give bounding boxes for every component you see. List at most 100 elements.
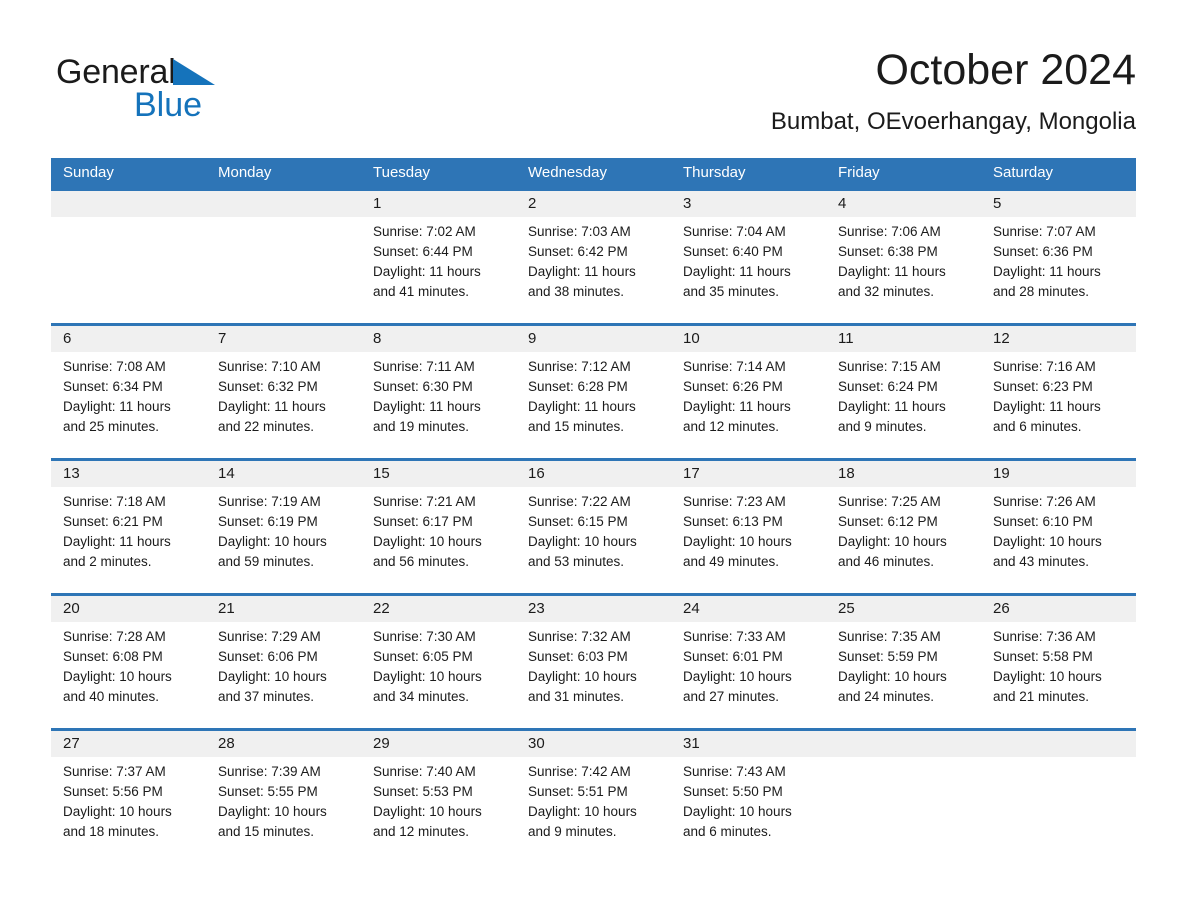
- daylight-text-line2: and 18 minutes.: [63, 824, 160, 839]
- daylight-text-line2: and 40 minutes.: [63, 689, 160, 704]
- sunrise-text: Sunrise: 7:36 AM: [993, 629, 1096, 644]
- dow-sunday: Sunday: [63, 164, 114, 181]
- day-number[interactable]: 22: [361, 596, 516, 622]
- day-cell[interactable]: Sunrise: 7:23 AM Sunset: 6:13 PM Dayligh…: [671, 487, 826, 593]
- day-cell[interactable]: [51, 217, 206, 323]
- day-cell[interactable]: Sunrise: 7:32 AM Sunset: 6:03 PM Dayligh…: [516, 622, 671, 728]
- day-number[interactable]: 13: [51, 461, 206, 487]
- daylight-text-line1: Daylight: 10 hours: [218, 534, 327, 549]
- day-cell[interactable]: Sunrise: 7:39 AM Sunset: 5:55 PM Dayligh…: [206, 757, 361, 863]
- day-cell[interactable]: Sunrise: 7:10 AM Sunset: 6:32 PM Dayligh…: [206, 352, 361, 458]
- sunset-text: Sunset: 6:44 PM: [373, 244, 473, 259]
- day-cell[interactable]: Sunrise: 7:28 AM Sunset: 6:08 PM Dayligh…: [51, 622, 206, 728]
- day-cell[interactable]: Sunrise: 7:02 AM Sunset: 6:44 PM Dayligh…: [361, 217, 516, 323]
- day-number[interactable]: [51, 191, 206, 217]
- day-cell[interactable]: [826, 757, 981, 863]
- sunrise-text: Sunrise: 7:07 AM: [993, 224, 1096, 239]
- day-number[interactable]: 25: [826, 596, 981, 622]
- day-number[interactable]: [981, 731, 1136, 757]
- day-number[interactable]: 30: [516, 731, 671, 757]
- daylight-text-line2: and 12 minutes.: [373, 824, 470, 839]
- day-cell[interactable]: Sunrise: 7:30 AM Sunset: 6:05 PM Dayligh…: [361, 622, 516, 728]
- dow-thursday: Thursday: [683, 164, 746, 181]
- day-number[interactable]: [206, 191, 361, 217]
- day-number[interactable]: 10: [671, 326, 826, 352]
- day-number[interactable]: 23: [516, 596, 671, 622]
- sunset-text: Sunset: 6:30 PM: [373, 379, 473, 394]
- week-row: 6 7 8 9 10 11 12 Sunrise: 7:08 AM Sunset…: [51, 323, 1136, 458]
- day-number[interactable]: 19: [981, 461, 1136, 487]
- day-cell[interactable]: Sunrise: 7:04 AM Sunset: 6:40 PM Dayligh…: [671, 217, 826, 323]
- day-cell[interactable]: Sunrise: 7:22 AM Sunset: 6:15 PM Dayligh…: [516, 487, 671, 593]
- general-blue-logo[interactable]: General Blue: [56, 52, 316, 128]
- day-number[interactable]: 14: [206, 461, 361, 487]
- day-number[interactable]: 3: [671, 191, 826, 217]
- daylight-text-line1: Daylight: 10 hours: [993, 534, 1102, 549]
- week-day-numbers: 1 2 3 4 5: [51, 191, 1136, 217]
- sunrise-text: Sunrise: 7:15 AM: [838, 359, 941, 374]
- day-number[interactable]: 21: [206, 596, 361, 622]
- day-number[interactable]: 8: [361, 326, 516, 352]
- day-cell[interactable]: Sunrise: 7:40 AM Sunset: 5:53 PM Dayligh…: [361, 757, 516, 863]
- day-cell[interactable]: Sunrise: 7:29 AM Sunset: 6:06 PM Dayligh…: [206, 622, 361, 728]
- day-number[interactable]: 17: [671, 461, 826, 487]
- day-cell[interactable]: Sunrise: 7:42 AM Sunset: 5:51 PM Dayligh…: [516, 757, 671, 863]
- day-cell[interactable]: Sunrise: 7:18 AM Sunset: 6:21 PM Dayligh…: [51, 487, 206, 593]
- day-number[interactable]: 27: [51, 731, 206, 757]
- day-cell[interactable]: Sunrise: 7:26 AM Sunset: 6:10 PM Dayligh…: [981, 487, 1136, 593]
- sunset-text: Sunset: 5:53 PM: [373, 784, 473, 799]
- day-number[interactable]: 16: [516, 461, 671, 487]
- day-cell[interactable]: Sunrise: 7:36 AM Sunset: 5:58 PM Dayligh…: [981, 622, 1136, 728]
- day-number[interactable]: 12: [981, 326, 1136, 352]
- day-number[interactable]: 29: [361, 731, 516, 757]
- day-cell[interactable]: Sunrise: 7:16 AM Sunset: 6:23 PM Dayligh…: [981, 352, 1136, 458]
- day-cell[interactable]: Sunrise: 7:19 AM Sunset: 6:19 PM Dayligh…: [206, 487, 361, 593]
- day-number[interactable]: 18: [826, 461, 981, 487]
- day-cell[interactable]: [206, 217, 361, 323]
- sunrise-text: Sunrise: 7:39 AM: [218, 764, 321, 779]
- daylight-text-line1: Daylight: 10 hours: [683, 804, 792, 819]
- title-block: October 2024 Bumbat, OEvoerhangay, Mongo…: [436, 44, 1136, 136]
- day-cell[interactable]: Sunrise: 7:43 AM Sunset: 5:50 PM Dayligh…: [671, 757, 826, 863]
- day-cell[interactable]: Sunrise: 7:21 AM Sunset: 6:17 PM Dayligh…: [361, 487, 516, 593]
- day-number[interactable]: 5: [981, 191, 1136, 217]
- day-cell[interactable]: [981, 757, 1136, 863]
- week-row: 1 2 3 4 5 Sunrise: 7:02 AM Sunset: 6:44 …: [51, 188, 1136, 323]
- day-cell[interactable]: Sunrise: 7:14 AM Sunset: 6:26 PM Dayligh…: [671, 352, 826, 458]
- day-cell[interactable]: Sunrise: 7:03 AM Sunset: 6:42 PM Dayligh…: [516, 217, 671, 323]
- day-number[interactable]: [826, 731, 981, 757]
- daylight-text-line2: and 21 minutes.: [993, 689, 1090, 704]
- day-cell[interactable]: Sunrise: 7:15 AM Sunset: 6:24 PM Dayligh…: [826, 352, 981, 458]
- day-cell[interactable]: Sunrise: 7:12 AM Sunset: 6:28 PM Dayligh…: [516, 352, 671, 458]
- day-number[interactable]: 4: [826, 191, 981, 217]
- sunset-text: Sunset: 6:12 PM: [838, 514, 938, 529]
- day-number[interactable]: 31: [671, 731, 826, 757]
- day-cell[interactable]: Sunrise: 7:37 AM Sunset: 5:56 PM Dayligh…: [51, 757, 206, 863]
- triangle-icon: [172, 59, 215, 85]
- day-number[interactable]: 15: [361, 461, 516, 487]
- week-day-numbers: 6 7 8 9 10 11 12: [51, 326, 1136, 352]
- daylight-text-line1: Daylight: 10 hours: [218, 669, 327, 684]
- daylight-text-line2: and 6 minutes.: [993, 419, 1082, 434]
- day-number[interactable]: 9: [516, 326, 671, 352]
- day-cell[interactable]: Sunrise: 7:07 AM Sunset: 6:36 PM Dayligh…: [981, 217, 1136, 323]
- day-cell[interactable]: Sunrise: 7:35 AM Sunset: 5:59 PM Dayligh…: [826, 622, 981, 728]
- day-number[interactable]: 6: [51, 326, 206, 352]
- day-number[interactable]: 11: [826, 326, 981, 352]
- day-number[interactable]: 28: [206, 731, 361, 757]
- day-number[interactable]: 2: [516, 191, 671, 217]
- day-number[interactable]: 26: [981, 596, 1136, 622]
- day-cell[interactable]: Sunrise: 7:11 AM Sunset: 6:30 PM Dayligh…: [361, 352, 516, 458]
- day-number[interactable]: 20: [51, 596, 206, 622]
- day-cell[interactable]: Sunrise: 7:25 AM Sunset: 6:12 PM Dayligh…: [826, 487, 981, 593]
- sunrise-text: Sunrise: 7:10 AM: [218, 359, 321, 374]
- day-number[interactable]: 7: [206, 326, 361, 352]
- day-cell[interactable]: Sunrise: 7:06 AM Sunset: 6:38 PM Dayligh…: [826, 217, 981, 323]
- day-cell[interactable]: Sunrise: 7:08 AM Sunset: 6:34 PM Dayligh…: [51, 352, 206, 458]
- sunset-text: Sunset: 5:51 PM: [528, 784, 628, 799]
- day-number[interactable]: 1: [361, 191, 516, 217]
- day-number[interactable]: 24: [671, 596, 826, 622]
- sunset-text: Sunset: 6:17 PM: [373, 514, 473, 529]
- day-cell[interactable]: Sunrise: 7:33 AM Sunset: 6:01 PM Dayligh…: [671, 622, 826, 728]
- sunrise-text: Sunrise: 7:06 AM: [838, 224, 941, 239]
